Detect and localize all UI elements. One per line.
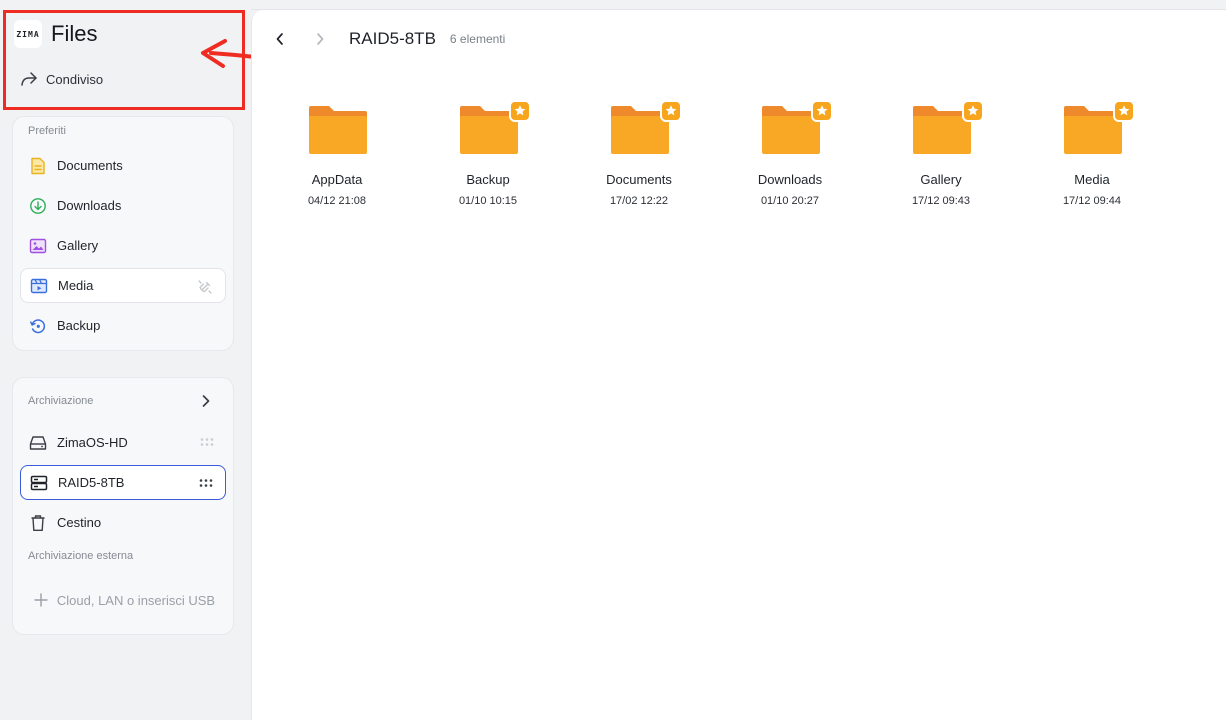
sidebar-item-gallery[interactable]: Gallery [20,228,226,263]
chevron-left-icon [276,33,283,45]
sidebar-item-raid5-8tb[interactable]: RAID5-8TB [20,465,226,500]
folder-date: 17/12 09:43 [911,195,971,207]
star-badge-icon [660,100,682,122]
folder-date: 17/12 09:44 [1062,195,1122,207]
sidebar-item-label: Cestino [57,515,102,530]
add-external-label: Cloud, LAN o inserisci USB [56,592,216,608]
hard-drive-icon [29,434,47,452]
sidebar-item-media[interactable]: Media [20,268,226,303]
folder-date: 01/10 20:27 [760,195,820,207]
toolbar: RAID5-8TB 6 elementi [252,26,505,52]
sidebar-item-label: RAID5-8TB [58,475,125,490]
item-count: 6 elementi [449,32,506,46]
folder-name: Media [1074,172,1110,187]
star-badge-icon [509,100,531,122]
share-arrow-icon [21,72,37,86]
gallery-icon [29,237,47,255]
shared-link[interactable]: Condiviso [20,68,103,90]
trash-icon [29,514,47,532]
sidebar-item-label: Documents [57,158,123,173]
logo-line-1: ZI [16,29,28,39]
folder-name: AppData [311,172,363,187]
sidebar-item-downloads[interactable]: Downloads [20,188,226,223]
folder-icon [309,106,367,154]
sidebar: ZI MA Files Condiviso Preferiti Document… [0,0,419,720]
download-icon [29,197,47,215]
star-badge-icon [1113,100,1135,122]
folder-date: 01/10 10:15 [458,195,518,207]
folder-name: Downloads [757,172,823,187]
backup-icon [29,317,47,335]
folder-grid: AppData 04/12 21:08 Backup 01/10 10:15 D… [252,100,1226,242]
folder-name: Backup [466,172,510,187]
folder-item-appdata[interactable]: AppData 04/12 21:08 [277,102,397,222]
folder-date: 17/02 12:22 [609,195,669,207]
star-badge-icon [811,100,833,122]
folder-item-backup[interactable]: Backup 01/10 10:15 [428,100,548,222]
folder-name: Documents [606,172,672,187]
folder-item-media[interactable]: Media 17/12 09:44 [1032,100,1152,222]
app-title: Files [51,21,98,46]
sidebar-item-label: Downloads [57,198,122,213]
forward-button[interactable] [310,29,330,49]
folder-name: Gallery [920,172,962,187]
sidebar-item-label: Backup [57,318,101,333]
folder-item-gallery[interactable]: Gallery 17/12 09:43 [881,100,1001,222]
sidebar-item-cestino[interactable]: Cestino [20,505,226,540]
back-button[interactable] [270,29,290,49]
grip-icon[interactable] [200,435,214,450]
star-badge-icon [962,100,984,122]
main-content: RAID5-8TB 6 elementi AppData 04/12 21:08… [251,10,1226,720]
raid-icon [30,474,48,492]
app-header: ZI MA Files [12,16,97,52]
plus-icon [29,592,53,608]
sidebar-item-backup[interactable]: Backup [20,308,226,343]
unpin-icon[interactable] [197,279,213,298]
sidebar-item-label: Gallery [57,238,99,253]
storage-title: Archiviazione [28,395,94,407]
sidebar-item-documents[interactable]: Documents [20,148,226,183]
folder-item-documents[interactable]: Documents 17/02 12:22 [579,100,699,222]
chevron-right-icon [317,33,324,45]
folder-item-downloads[interactable]: Downloads 01/10 20:27 [730,100,850,222]
folder-date: 04/12 21:08 [307,195,367,207]
logo-line-2: MA [28,29,40,39]
current-path-title: RAID5-8TB [349,29,436,48]
window-top-strip [251,0,1226,10]
media-icon [30,277,48,295]
shared-label: Condiviso [46,71,104,87]
chevron-right-icon[interactable] [201,394,211,413]
document-icon [29,157,47,175]
sidebar-item-zimaos-hd[interactable]: ZimaOS-HD [20,425,226,460]
sidebar-item-label: ZimaOS-HD [57,435,128,450]
add-external-storage-button[interactable]: Cloud, LAN o inserisci USB [29,578,219,622]
sidebar-item-label: Media [58,278,94,293]
grip-icon[interactable] [199,476,213,491]
external-storage-title: Archiviazione esterna [28,550,134,562]
zima-logo-icon: ZI MA [14,20,42,48]
storage-panel: Archiviazione ZimaOS-HD RAID5-8TB Cestin… [12,377,234,635]
favorites-title: Preferiti [28,125,66,137]
favorites-panel: Preferiti Documents Downloads Gallery Me… [12,116,234,351]
